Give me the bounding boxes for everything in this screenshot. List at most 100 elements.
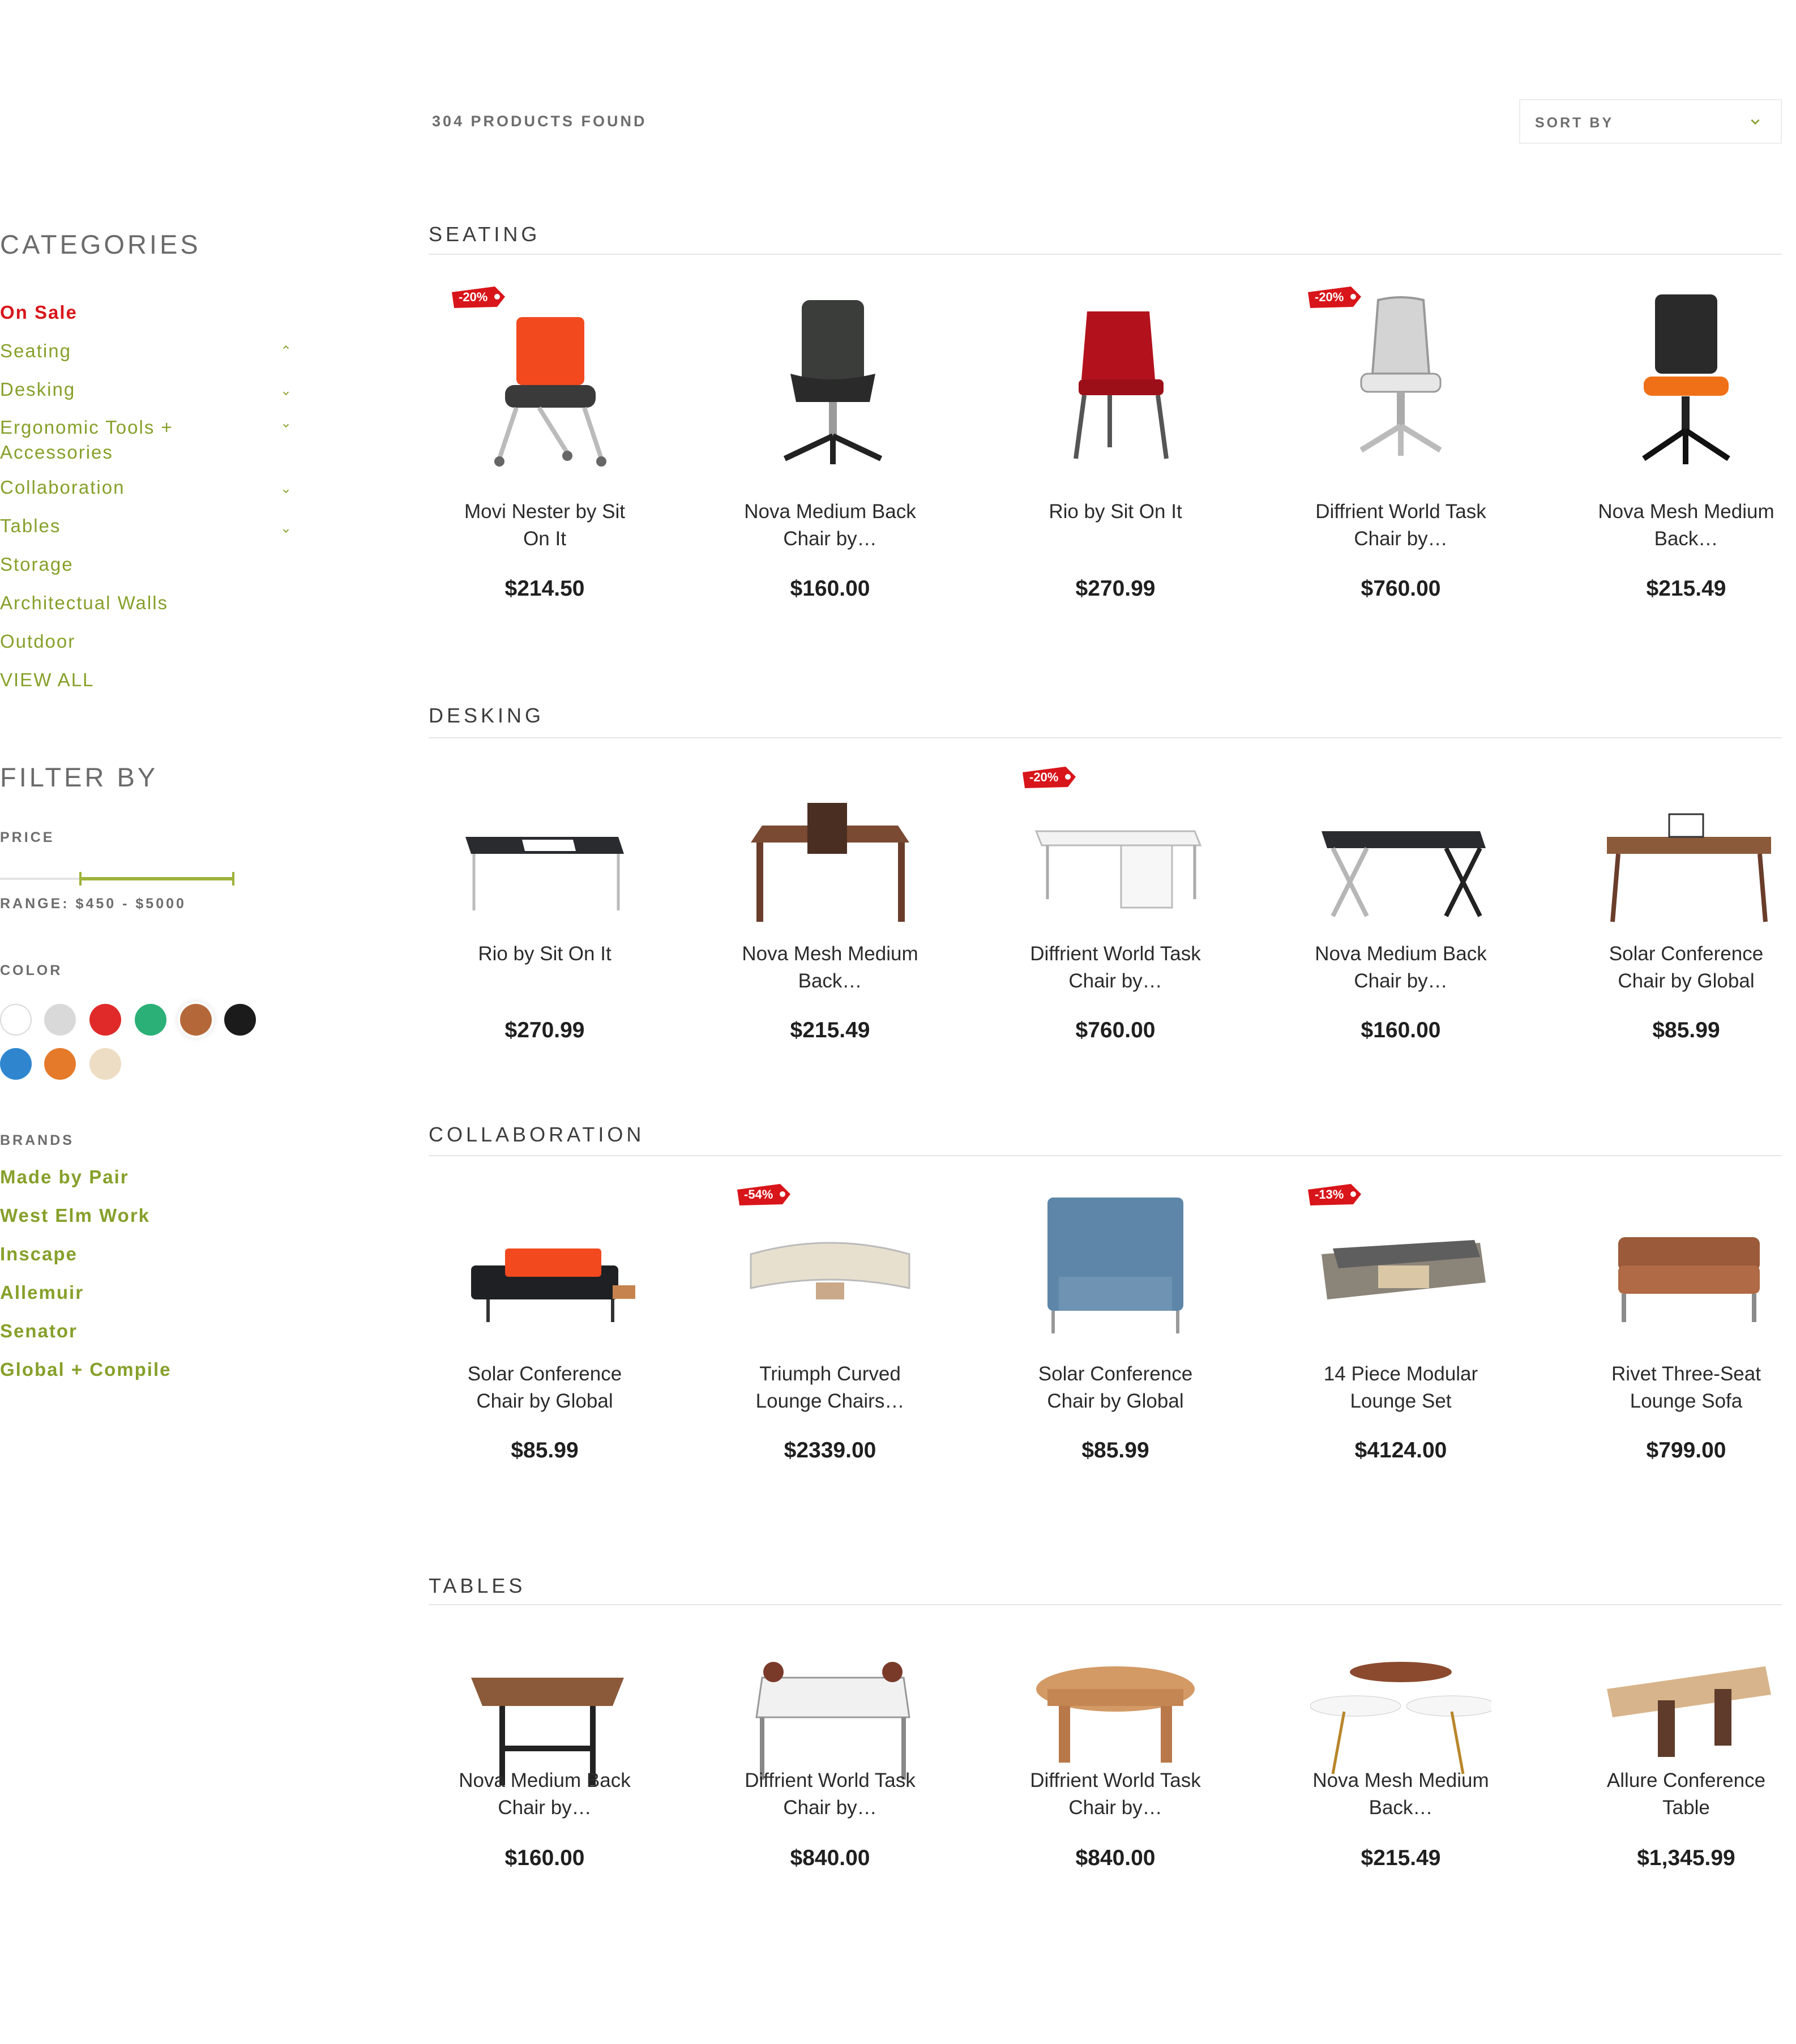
product-card[interactable]: Diffrient World Task Chair by… $840.00	[711, 1610, 949, 1938]
discount-text: -20%	[1029, 770, 1059, 784]
chevron-down-icon[interactable]	[281, 421, 291, 431]
product-card[interactable]: -54% Triumph Curved Lounge Chairs… $2339.0…	[711, 1164, 949, 1492]
slider-min-handle[interactable]	[79, 872, 82, 886]
product-card[interactable]: -13% 14 Piece Modular Lounge Set $4124.00	[1282, 1164, 1520, 1492]
category-seating[interactable]: Seating	[0, 339, 294, 364]
black-office-chair-image[interactable]	[711, 266, 949, 493]
brand-west-elm-work[interactable]: West Elm Work	[0, 1205, 150, 1226]
wood-desk-image[interactable]	[711, 746, 949, 973]
product-name[interactable]: Triumph Curved Lounge Chairs…	[734, 1361, 926, 1415]
highback-sofa-image[interactable]	[997, 1164, 1234, 1390]
walnut-desk-image[interactable]	[1567, 746, 1796, 973]
product-card[interactable]: Nova Medium Back Chair by… $160.00	[1282, 746, 1520, 1075]
product-card[interactable]: -20% Movi Nester by Sit On It $214.50	[426, 266, 664, 601]
discount-badge: -13%	[1305, 1181, 1363, 1209]
product-card[interactable]: Solar Conference Chair by Global $85.99	[1567, 746, 1796, 1075]
brand-made-by-pair[interactable]: Made by Pair	[0, 1166, 129, 1188]
discount-badge: -20%	[1305, 283, 1363, 311]
product-name[interactable]: 14 Piece Modular Lounge Set	[1305, 1361, 1497, 1415]
category-storage[interactable]: Storage	[0, 552, 294, 577]
category-outdoor[interactable]: Outdoor	[0, 629, 294, 654]
color-swatch[interactable]	[224, 1004, 256, 1036]
product-name[interactable]: Movi Nester by Sit On It	[448, 498, 641, 553]
product-name[interactable]: Diffrient World Task Chair by…	[734, 1767, 926, 1821]
product-price: $85.99	[1081, 1438, 1149, 1463]
product-name[interactable]: Nova Mesh Medium Back…	[734, 940, 926, 995]
product-card[interactable]: Solar Conference Chair by Global $85.99	[997, 1164, 1234, 1492]
product-card[interactable]: Allure Conference Table $1,345.99	[1567, 1610, 1796, 1938]
product-name[interactable]: Diffrient World Task Chair by…	[1305, 498, 1497, 553]
product-name[interactable]: Diffrient World Task Chair by…	[1019, 940, 1212, 995]
product-name[interactable]: Rio by Sit On It	[448, 940, 641, 995]
color-swatch[interactable]	[135, 1004, 166, 1036]
product-name[interactable]: Nova Medium Back Chair by…	[1305, 940, 1497, 995]
brand-global-compile[interactable]: Global + Compile	[0, 1359, 171, 1380]
discount-badge: -54%	[734, 1181, 793, 1209]
leather-sofa-image[interactable]	[1567, 1164, 1796, 1390]
sort-dropdown[interactable]: SORT BY	[1519, 99, 1782, 144]
color-swatch[interactable]	[89, 1004, 121, 1036]
mesh-office-chair-image[interactable]	[1567, 266, 1796, 493]
black-desk-image[interactable]	[426, 746, 664, 973]
brand-inscape[interactable]: Inscape	[0, 1243, 78, 1265]
color-swatch[interactable]	[44, 1004, 76, 1036]
category-label: Collaboration	[0, 477, 125, 498]
product-card[interactable]: Rio by Sit On It $270.99	[997, 266, 1234, 601]
product-price: $2339.00	[784, 1438, 876, 1463]
chevron-down-icon[interactable]	[281, 526, 291, 536]
product-name[interactable]: Solar Conference Chair by Global	[1590, 940, 1782, 995]
product-card[interactable]: Nova Medium Back Chair by… $160.00	[711, 266, 949, 601]
product-name[interactable]: Nova Medium Back Chair by…	[734, 498, 926, 553]
category-on-sale[interactable]: On Sale	[0, 300, 294, 325]
category-label: Ergonomic Tools + Accessories	[0, 417, 173, 463]
lounge-bench-image[interactable]	[426, 1164, 664, 1390]
product-name[interactable]: Nova Mesh Medium Back…	[1590, 498, 1782, 553]
category-desking[interactable]: Desking	[0, 377, 294, 402]
product-name[interactable]: Nova Mesh Medium Back…	[1305, 1767, 1497, 1821]
chevron-down-icon[interactable]	[281, 388, 291, 399]
category-label: Tables	[0, 515, 61, 536]
category-collaboration[interactable]: Collaboration	[0, 475, 294, 500]
category-view-all[interactable]: VIEW ALL	[0, 668, 294, 692]
brand-senator[interactable]: Senator	[0, 1320, 78, 1342]
product-name[interactable]: Allure Conference Table	[1590, 1767, 1782, 1821]
product-name[interactable]: Solar Conference Chair by Global	[1019, 1361, 1212, 1415]
product-name[interactable]: Solar Conference Chair by Global	[448, 1361, 641, 1415]
color-swatch[interactable]	[44, 1048, 76, 1080]
section-divider	[429, 737, 1782, 738]
price-range-slider[interactable]	[0, 871, 238, 887]
slider-max-handle[interactable]	[232, 872, 234, 886]
product-card[interactable]: Rivet Three-Seat Lounge Sofa $799.00	[1567, 1164, 1796, 1492]
cross-leg-desk-image[interactable]	[1282, 746, 1520, 973]
product-name[interactable]: Nova Medium Back Chair by…	[448, 1767, 641, 1821]
red-chair-image[interactable]	[997, 266, 1234, 493]
product-name[interactable]: Rivet Three-Seat Lounge Sofa	[1590, 1361, 1782, 1415]
product-card[interactable]: Nova Mesh Medium Back… $215.49	[1282, 1610, 1520, 1938]
filter-title: FILTER BY	[0, 762, 159, 792]
category-label: Seating	[0, 340, 71, 361]
discount-text: -13%	[1315, 1187, 1344, 1201]
color-swatch[interactable]	[180, 1004, 212, 1036]
brand-allemuir[interactable]: Allemuir	[0, 1282, 84, 1303]
product-card[interactable]: -20% Diffrient World Task Chair by… $760.0…	[997, 746, 1234, 1075]
product-name[interactable]: Diffrient World Task Chair by…	[1019, 1767, 1212, 1821]
section-title: COLLABORATION	[429, 1123, 645, 1146]
product-card[interactable]: Nova Mesh Medium Back… $215.49	[1567, 266, 1796, 601]
product-card[interactable]: Nova Mesh Medium Back… $215.49	[711, 746, 949, 1075]
category-label: Desking	[0, 379, 76, 400]
product-card[interactable]: Solar Conference Chair by Global $85.99	[426, 1164, 664, 1492]
product-price: $160.00	[504, 1846, 585, 1870]
product-card[interactable]: -20% Diffrient World Task Chair by… $760.0…	[1282, 266, 1520, 601]
product-card[interactable]: Rio by Sit On It $270.99	[426, 746, 664, 1075]
product-card[interactable]: Nova Medium Back Chair by… $160.00	[426, 1610, 664, 1938]
product-card[interactable]: Diffrient World Task Chair by… $840.00	[997, 1610, 1234, 1938]
chevron-down-icon[interactable]	[281, 486, 291, 497]
category-architectual-walls[interactable]: Architectual Walls	[0, 591, 294, 615]
color-swatch[interactable]	[89, 1048, 121, 1080]
color-swatch[interactable]	[0, 1048, 32, 1080]
category-ergonomic-tools[interactable]: Ergonomic Tools + Accessories	[0, 415, 289, 465]
category-tables[interactable]: Tables	[0, 514, 294, 538]
color-swatch[interactable]	[0, 1004, 32, 1036]
product-name[interactable]: Rio by Sit On It	[1019, 498, 1212, 553]
chevron-up-icon[interactable]	[281, 342, 291, 352]
